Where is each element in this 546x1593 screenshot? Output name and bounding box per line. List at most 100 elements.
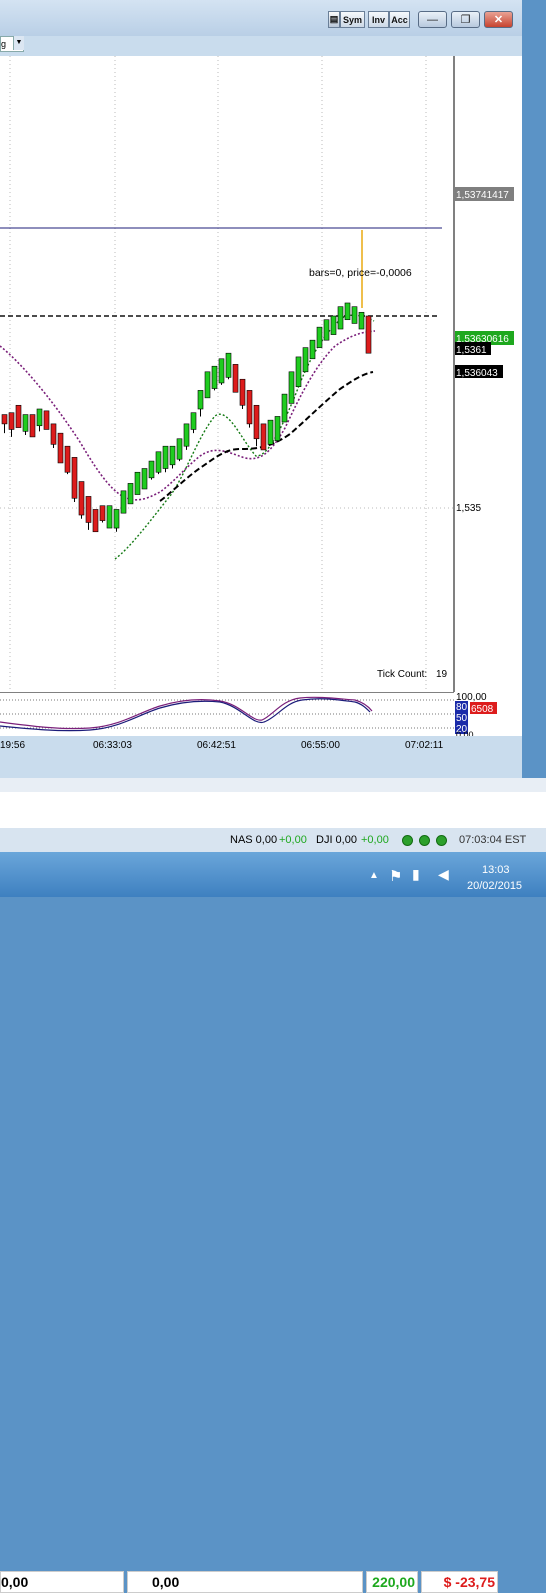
- price-label: 1,53741417: [456, 190, 509, 201]
- candle-down: [239, 378, 246, 406]
- candle-down: [15, 404, 22, 428]
- account-value-text: 0,00: [152, 1574, 180, 1590]
- candle-up: [288, 371, 295, 404]
- candle-down: [43, 410, 50, 430]
- candle-up: [267, 419, 274, 445]
- time-label: 06:33:03: [93, 740, 132, 750]
- candle-up: [155, 451, 162, 473]
- candle-down: [246, 390, 253, 425]
- candle-up: [106, 505, 113, 529]
- candle-up: [218, 358, 225, 384]
- price-label: 1,5361: [456, 345, 487, 356]
- restore-button[interactable]: ❐: [451, 11, 480, 28]
- candle-up: [323, 319, 330, 341]
- time-label: 06:55:00: [301, 740, 340, 750]
- chevron-down-icon: ▼: [13, 36, 24, 50]
- taskbar-time[interactable]: 13:03: [482, 864, 510, 876]
- candle-up: [169, 445, 176, 466]
- account-value-text: $ -23,75: [443, 1574, 495, 1590]
- nas-label: NAS 0,00: [230, 834, 278, 846]
- candle-up: [141, 468, 148, 490]
- candle-down: [8, 412, 15, 430]
- candle-up: [176, 438, 183, 460]
- connection-status-icon: [402, 835, 413, 846]
- account-panel: 0,00 0,00 220,00 $ -23,75: [0, 778, 546, 1593]
- time-axis: [0, 736, 522, 750]
- candle-down: [260, 423, 267, 451]
- candle-down: [1, 414, 8, 425]
- dji-change: +0,00: [361, 834, 389, 846]
- candle-up: [211, 365, 218, 389]
- candle-up: [183, 423, 190, 447]
- candle-down: [99, 505, 106, 521]
- candle-down: [71, 457, 78, 499]
- account-value-3: 220,00: [366, 1571, 418, 1593]
- candle-up: [330, 315, 337, 335]
- speaker-icon[interactable]: ◀: [438, 866, 449, 883]
- candle-down: [50, 423, 57, 445]
- candle-up: [190, 412, 197, 430]
- price-chart[interactable]: bars=0, price=-0,0006 1,53741417 1,53630…: [0, 56, 522, 692]
- candle-up: [120, 490, 127, 514]
- candle-down: [29, 414, 36, 438]
- account-header: [0, 778, 546, 792]
- candle-up: [134, 471, 141, 495]
- level-label: 80: [456, 702, 468, 713]
- candle-up: [113, 509, 120, 529]
- inv-button[interactable]: Inv: [368, 11, 389, 28]
- candle-down: [365, 315, 372, 354]
- dropdown-text: g: [1, 39, 7, 49]
- close-button[interactable]: ✕: [484, 11, 513, 28]
- candle-down: [92, 509, 99, 533]
- level-label: 50: [456, 713, 468, 724]
- candle-down: [57, 432, 64, 464]
- account-value-text: 0,00: [1, 1574, 29, 1590]
- candle-up: [225, 352, 232, 378]
- instrument-dropdown[interactable]: g ▼: [0, 36, 24, 52]
- tick-count-label: Tick Count:: [377, 669, 428, 680]
- candle-up: [127, 483, 134, 505]
- candle-down: [64, 445, 71, 473]
- candle-up: [351, 306, 358, 324]
- candle-up: [309, 339, 316, 360]
- tick-count: Tick Count: 19: [377, 669, 447, 680]
- show-hidden-icons-icon[interactable]: ▲: [369, 870, 379, 881]
- candle-up: [302, 347, 309, 373]
- signal-icon[interactable]: ▮: [412, 866, 420, 883]
- dji-label: DJI 0,00: [316, 834, 357, 846]
- minimize-button[interactable]: —: [418, 11, 447, 28]
- taskbar-date[interactable]: 20/02/2015: [467, 880, 522, 892]
- acc-button[interactable]: Acc: [389, 11, 410, 28]
- candle-up: [22, 414, 29, 432]
- candle-up: [344, 302, 351, 321]
- connection-status-icon: [419, 835, 430, 846]
- oscillator-panel: 100,00 80 6508 50 20 0,00 19:56 06:33:03…: [0, 692, 522, 750]
- symbol-icon[interactable]: ▤: [328, 11, 340, 28]
- title-bar: ▤ Sym Inv Acc — ❐ ✕: [0, 0, 522, 36]
- price-label: 1,536043: [456, 368, 498, 379]
- account-value-text: 220,00: [372, 1574, 415, 1590]
- account-value-1: 0,00: [0, 1571, 124, 1593]
- status-time: 07:03:04 EST: [459, 834, 527, 846]
- taskbar: ▲ ⚑ ▮ ◀ 13:03 20/02/2015: [0, 852, 546, 897]
- candle-up: [337, 306, 344, 330]
- candle-down: [78, 481, 85, 516]
- status-bar: NAS 0,00 +0,00 DJI 0,00 +0,00 07:03:04 E…: [0, 828, 546, 852]
- candle-up: [36, 408, 43, 427]
- oscillator-value: 6508: [471, 704, 494, 715]
- nas-change: +0,00: [279, 834, 307, 846]
- account-value-2: 0,00: [127, 1571, 363, 1593]
- candle-down: [85, 496, 92, 523]
- time-label: 06:42:51: [197, 740, 236, 750]
- oscillator-plot: [0, 692, 454, 736]
- candle-down: [232, 364, 239, 393]
- candle-down: [253, 404, 260, 440]
- account-value-4: $ -23,75: [421, 1571, 498, 1593]
- tick-count-value: 19: [435, 669, 448, 680]
- connection-status-icon: [436, 835, 447, 846]
- flag-icon[interactable]: ⚑: [389, 867, 402, 885]
- sym-button[interactable]: Sym: [340, 11, 365, 28]
- price-label: 1,535: [456, 503, 481, 514]
- candle-up: [162, 445, 169, 469]
- candle-up: [316, 326, 323, 348]
